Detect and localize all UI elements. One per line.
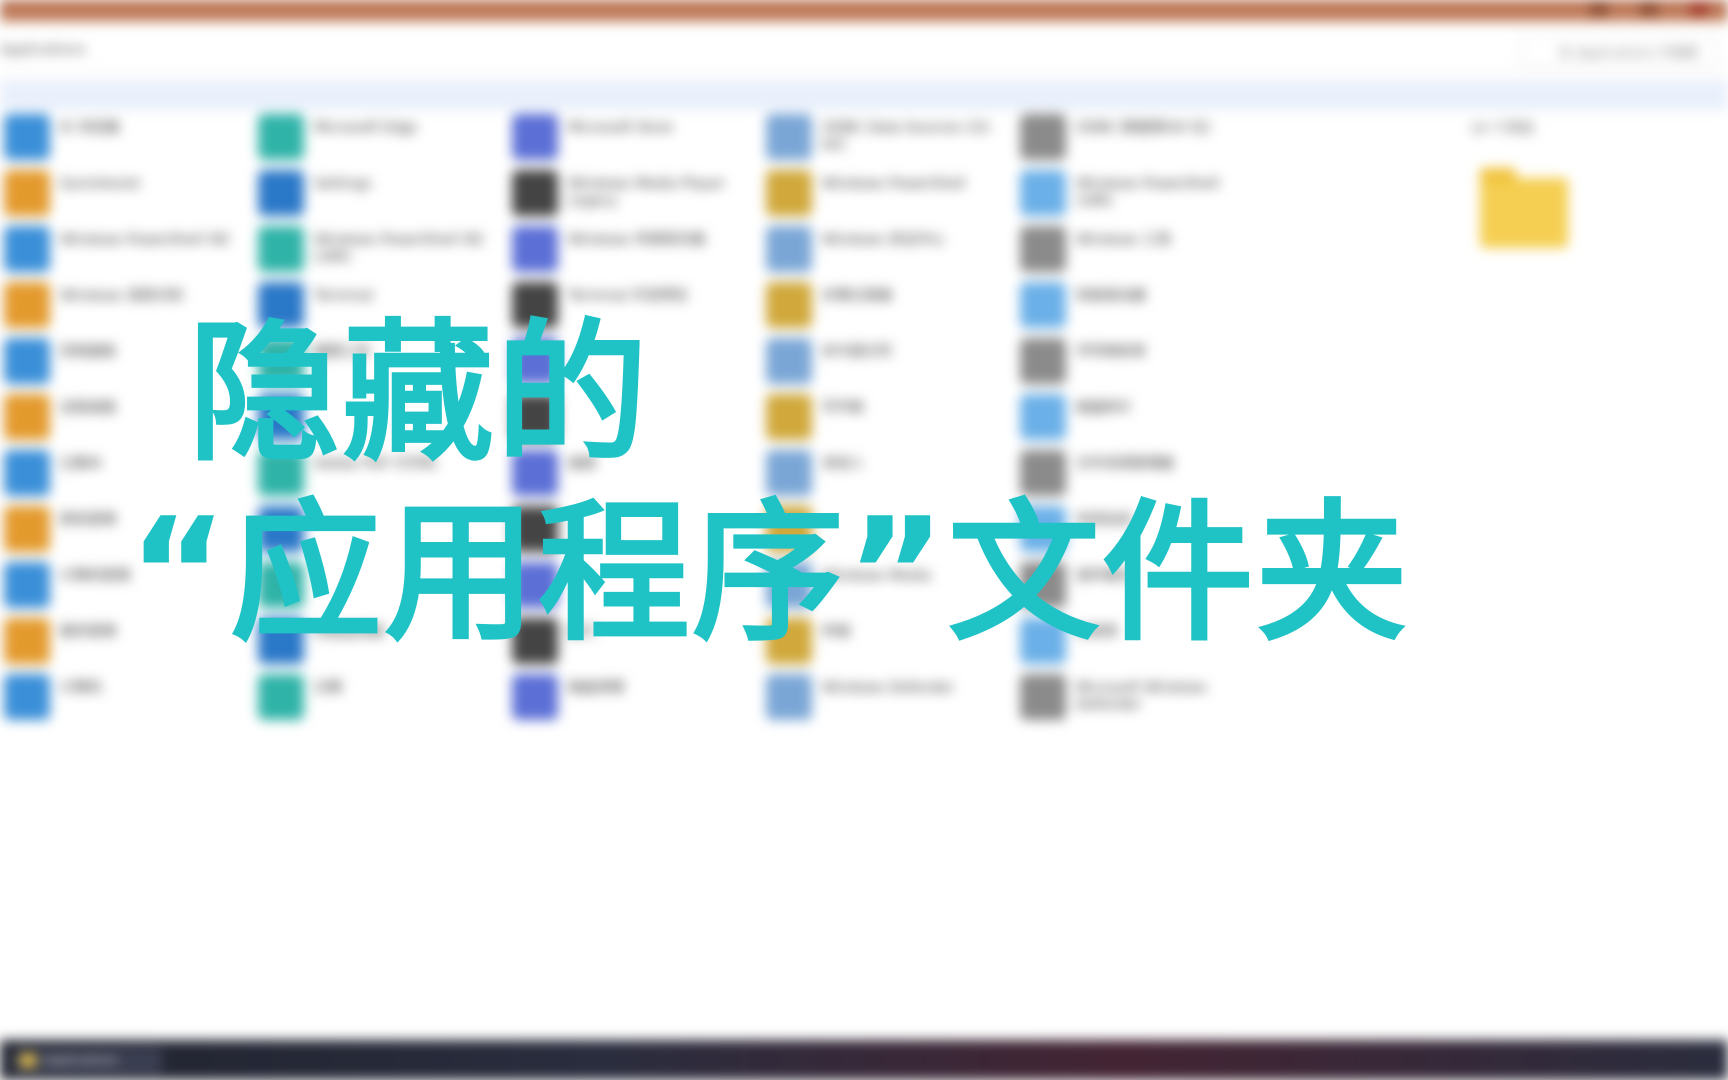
title-overlay: 隐藏的 “应用程序”文件夹 — [0, 0, 1728, 1080]
overlay-title-line2: “应用程序”文件夹 — [128, 485, 1410, 662]
overlay-title-line1: 隐藏的 — [188, 305, 650, 482]
